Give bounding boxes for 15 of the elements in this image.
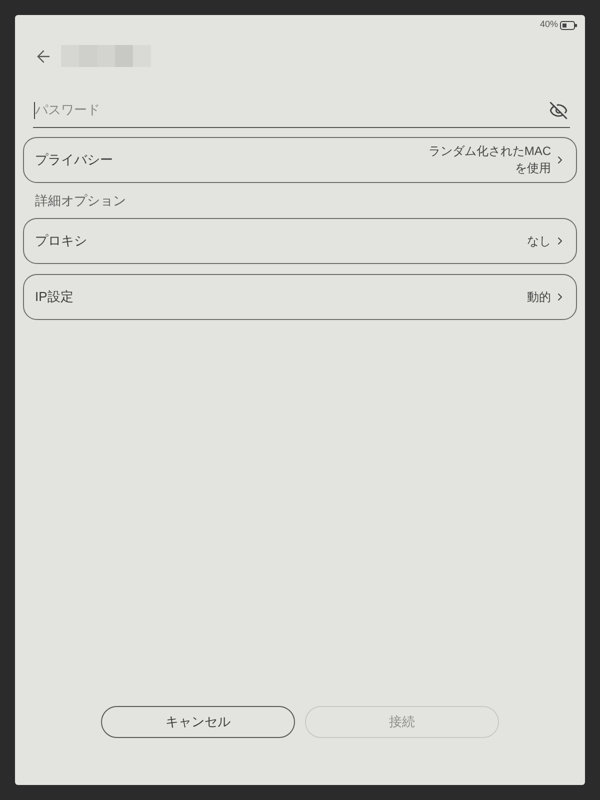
setting-value: ランダム化されたMACを使用	[427, 143, 551, 177]
setting-card[interactable]: IP設定 動的	[23, 274, 577, 320]
setting-card[interactable]: プロキシ なし	[23, 218, 577, 264]
setting-value: 動的	[527, 289, 551, 306]
section-heading: 詳細オプション	[35, 192, 126, 210]
setting-value: なし	[527, 233, 551, 250]
password-placeholder: パスワード	[35, 101, 100, 120]
eye-off-icon[interactable]	[549, 100, 568, 120]
action-button[interactable]: キャンセル	[101, 706, 295, 738]
setting-label: IP設定	[35, 288, 74, 306]
setting-card[interactable]: プライバシー ランダム化されたMACを使用	[23, 137, 577, 183]
battery-icon	[560, 20, 577, 30]
battery-percent: 40%	[540, 18, 558, 32]
setting-label: プライバシー	[35, 151, 113, 170]
setting-label: プロキシ	[35, 232, 87, 250]
